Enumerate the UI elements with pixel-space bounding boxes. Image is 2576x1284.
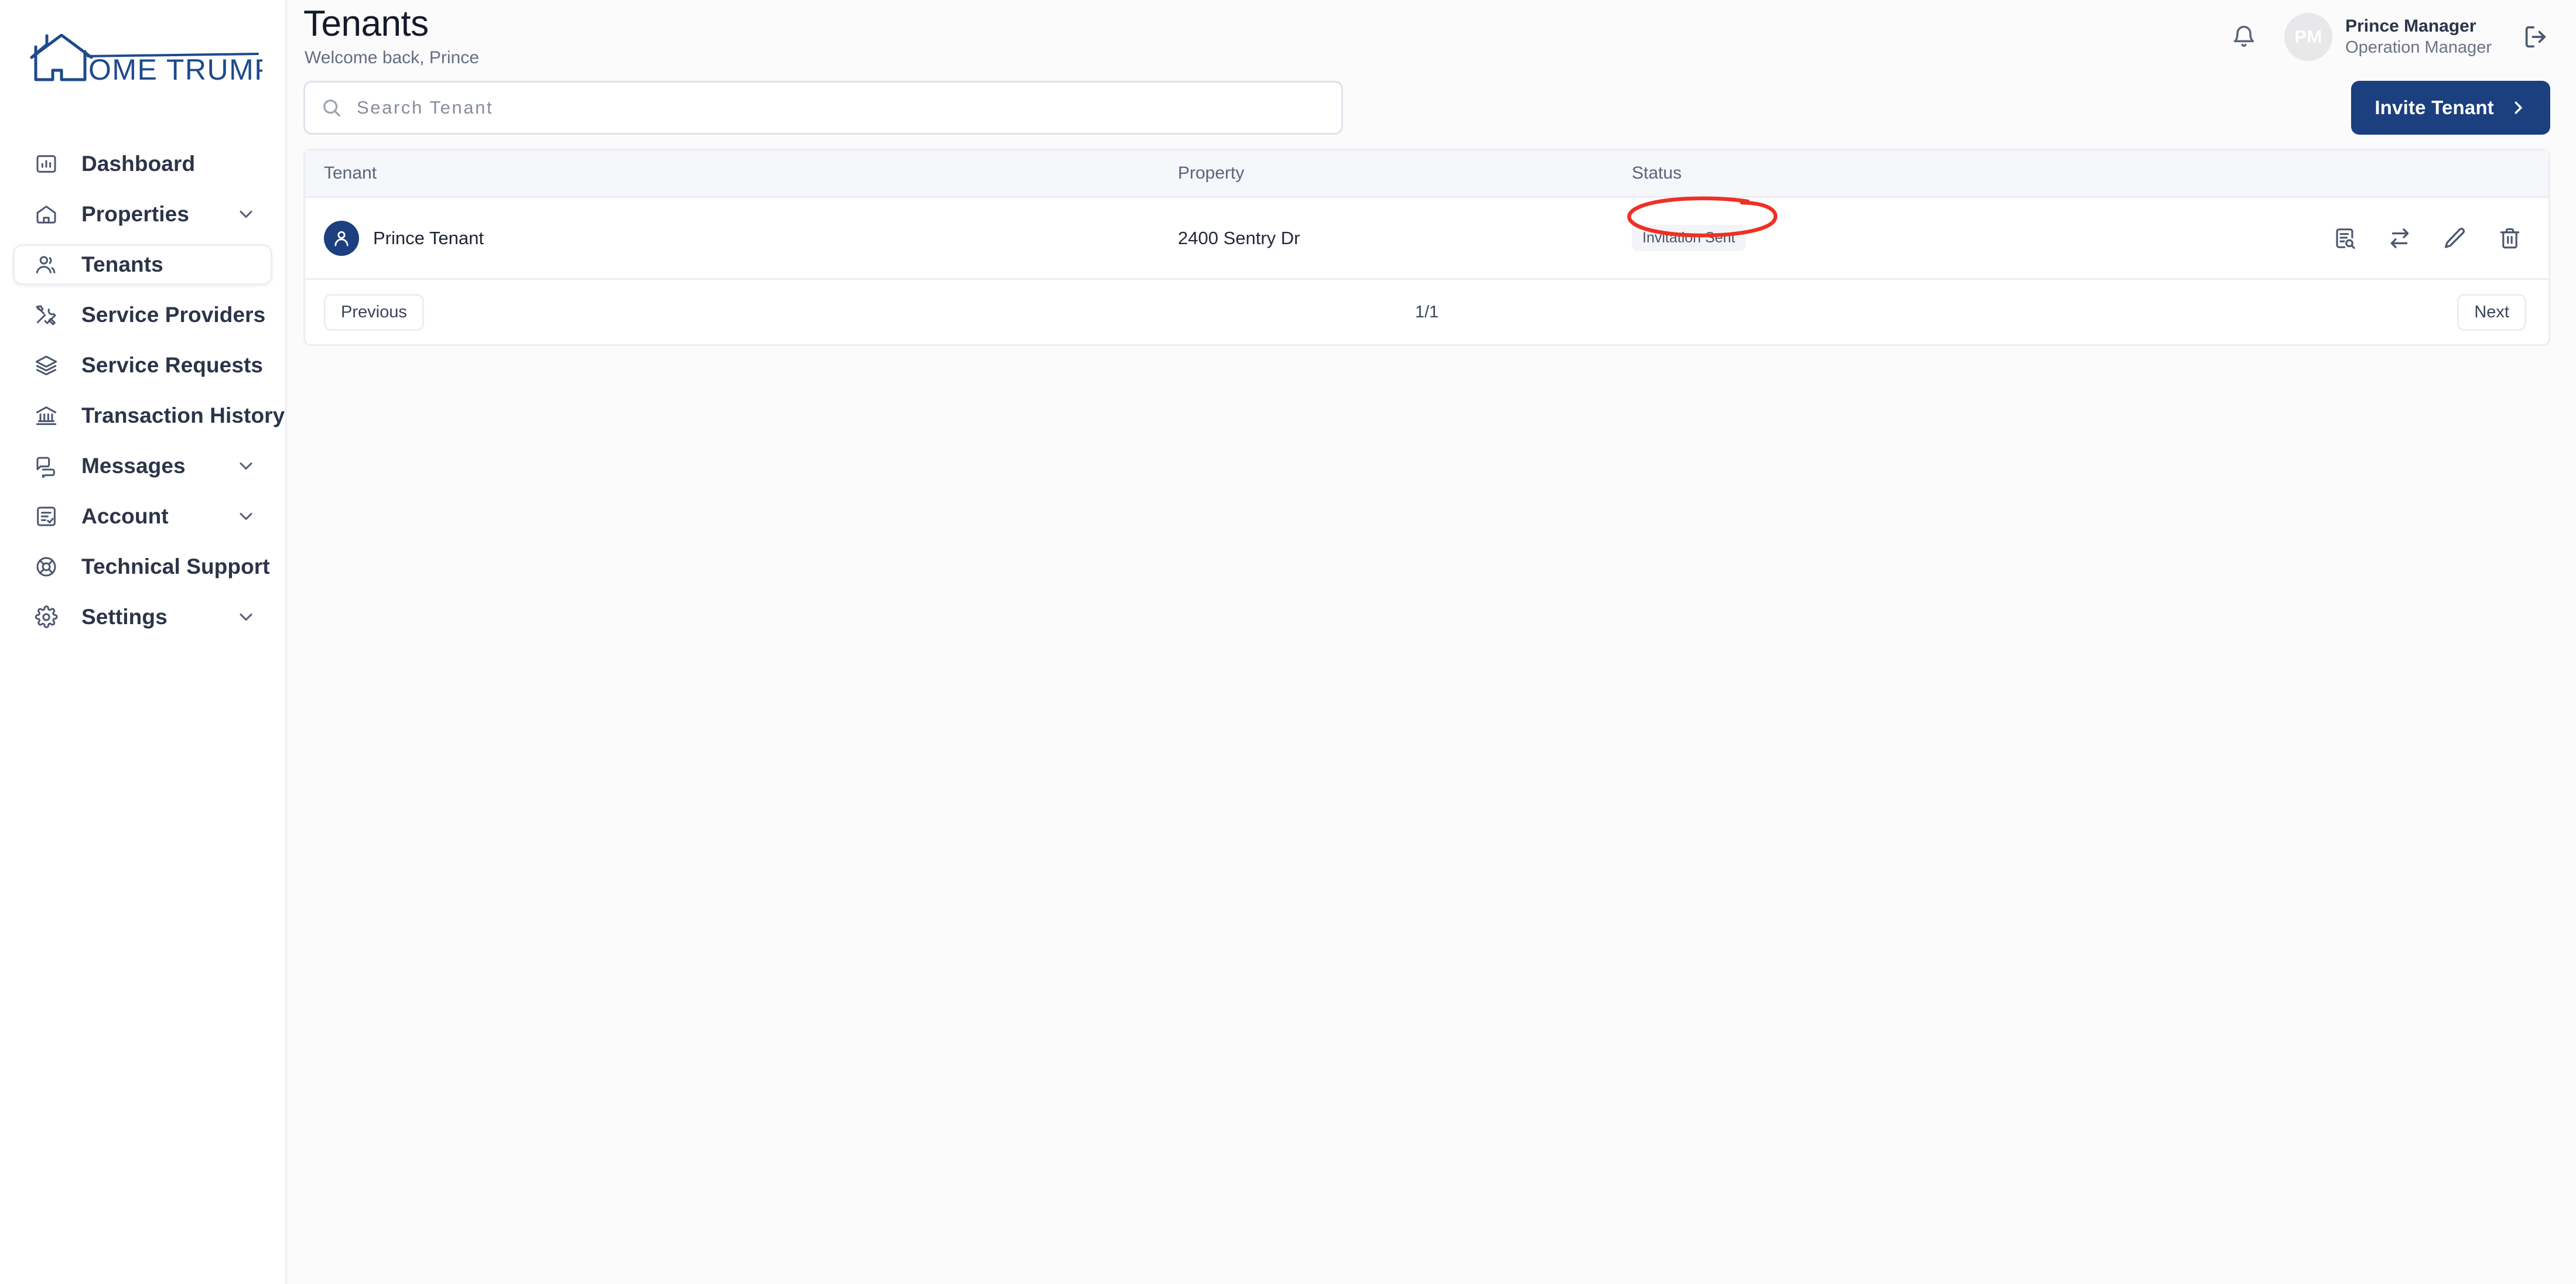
- avatar[interactable]: PM: [2284, 13, 2333, 61]
- pagination: Previous 1/1 Next: [305, 280, 2548, 344]
- tools-icon: [31, 303, 62, 327]
- page-subtitle: Welcome back, Prince: [305, 48, 479, 67]
- search-box[interactable]: [303, 81, 1343, 135]
- invite-tenant-label: Invite Tenant: [2375, 97, 2494, 118]
- main-content: Tenants Welcome back, Prince PM Prince M…: [287, 0, 2576, 1284]
- column-header-actions: [2095, 150, 2548, 198]
- page-title: Tenants: [303, 4, 429, 44]
- user-name: Prince Manager: [2345, 16, 2476, 36]
- tenant-name: Prince Tenant: [373, 227, 484, 248]
- sidebar-item-settings[interactable]: Settings: [13, 597, 272, 638]
- sidebar-item-technical-support[interactable]: Technical Support: [13, 546, 272, 587]
- users-icon: [31, 253, 62, 276]
- chart-bar-icon: [31, 152, 62, 176]
- logout-icon[interactable]: [2517, 19, 2554, 55]
- page-indicator: 1/1: [1415, 302, 1439, 321]
- sidebar: OME TRUMPETER Dashboard: [0, 0, 287, 1284]
- tenants-table-card: Tenant Property Status Prince Tenant 240…: [303, 149, 2550, 346]
- sidebar-item-label: Service Requests: [81, 353, 264, 377]
- toolbar: Invite Tenant: [303, 66, 2550, 149]
- document-check-icon: [31, 505, 62, 528]
- content-area: Invite Tenant Tenant Property Status: [287, 66, 2576, 346]
- app-root: OME TRUMPETER Dashboard: [0, 0, 2576, 1284]
- user-meta[interactable]: Prince Manager Operation Manager: [2345, 16, 2492, 58]
- lifebuoy-icon: [31, 555, 62, 578]
- sidebar-item-label: Settings: [81, 605, 168, 629]
- bell-icon[interactable]: [2223, 16, 2264, 57]
- layers-icon: [31, 354, 62, 377]
- avatar-initials: PM: [2294, 26, 2322, 47]
- sidebar-item-label: Dashboard: [81, 152, 196, 176]
- transfer-icon[interactable]: [2384, 223, 2415, 254]
- sidebar-item-messages[interactable]: Messages: [13, 446, 272, 487]
- sidebar-item-label: Service Providers: [81, 303, 266, 327]
- view-details-icon[interactable]: [2329, 223, 2360, 254]
- sidebar-item-label: Tenants: [81, 252, 163, 276]
- cell-actions: [2095, 197, 2548, 280]
- chat-bubbles-icon: [31, 454, 62, 478]
- invite-tenant-button[interactable]: Invite Tenant: [2351, 81, 2550, 135]
- sidebar-item-account[interactable]: Account: [13, 496, 272, 537]
- search-input[interactable]: [356, 83, 1326, 133]
- column-header-status: Status: [1632, 150, 2095, 198]
- chevron-down-icon[interactable]: [235, 607, 257, 628]
- home-icon: [31, 203, 62, 226]
- logo-wordmark: OME TRUMPETER: [88, 53, 262, 86]
- sidebar-nav: Dashboard Properties Tenants Service Pro…: [0, 143, 285, 638]
- search-icon: [320, 97, 343, 119]
- column-header-tenant: Tenant: [305, 150, 1178, 198]
- column-header-property: Property: [1178, 150, 1632, 198]
- chevron-down-icon[interactable]: [235, 506, 257, 527]
- sidebar-item-tenants[interactable]: Tenants: [13, 244, 272, 285]
- cell-property: 2400 Sentry Dr: [1178, 197, 1632, 280]
- page-heading: Tenants Welcome back, Prince: [287, 0, 479, 67]
- bank-icon: [31, 404, 62, 427]
- chevron-down-icon[interactable]: [235, 456, 257, 477]
- sidebar-item-label: Technical Support: [81, 554, 270, 578]
- sidebar-item-label: Transaction History: [81, 403, 285, 427]
- sidebar-item-properties[interactable]: Properties: [13, 194, 272, 235]
- tenants-table: Tenant Property Status Prince Tenant 240…: [305, 150, 2548, 280]
- table-header-row: Tenant Property Status: [305, 150, 2548, 198]
- table-head: Tenant Property Status: [305, 150, 2548, 198]
- sidebar-item-service-providers[interactable]: Service Providers: [13, 295, 272, 335]
- sidebar-item-service-requests[interactable]: Service Requests: [13, 345, 272, 386]
- chevron-right-icon: [2509, 99, 2527, 117]
- page-header: Tenants Welcome back, Prince PM Prince M…: [287, 0, 2576, 67]
- home-trumpeter-logo-icon: OME TRUMPETER: [30, 34, 262, 86]
- table-body: Prince Tenant 2400 Sentry Dr Invitation …: [305, 197, 2548, 280]
- status-badge: Invitation Sent: [1632, 225, 1746, 251]
- next-page-button[interactable]: Next: [2457, 293, 2526, 331]
- edit-pencil-icon[interactable]: [2440, 223, 2470, 254]
- sidebar-item-label: Properties: [81, 202, 190, 226]
- cell-tenant: Prince Tenant: [305, 197, 1178, 280]
- table-row[interactable]: Prince Tenant 2400 Sentry Dr Invitation …: [305, 197, 2548, 280]
- chevron-down-icon[interactable]: [235, 204, 257, 225]
- sidebar-item-dashboard[interactable]: Dashboard: [13, 143, 272, 184]
- header-actions: PM Prince Manager Operation Manager: [2223, 0, 2576, 61]
- delete-trash-icon[interactable]: [2495, 223, 2525, 254]
- user-avatar-icon: [324, 220, 359, 256]
- sidebar-item-transaction-history[interactable]: Transaction History: [13, 395, 285, 436]
- brand-logo[interactable]: OME TRUMPETER: [0, 0, 285, 143]
- user-role: Operation Manager: [2345, 37, 2492, 57]
- gear-icon: [31, 605, 62, 629]
- sidebar-item-label: Account: [81, 504, 169, 528]
- cell-status: Invitation Sent: [1632, 197, 2095, 280]
- sidebar-item-label: Messages: [81, 454, 186, 478]
- previous-page-button[interactable]: Previous: [324, 293, 424, 331]
